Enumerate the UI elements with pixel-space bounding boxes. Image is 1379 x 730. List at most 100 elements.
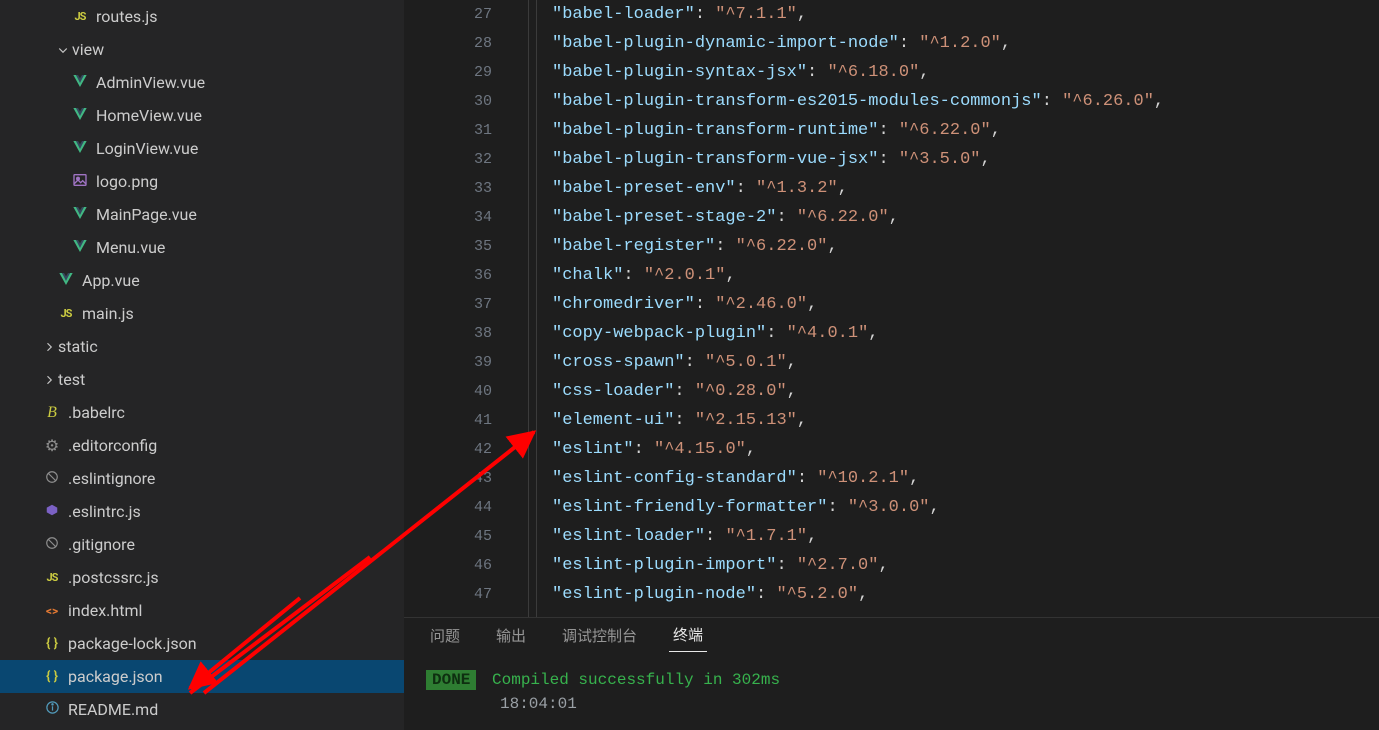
editor-area: 2728293031323334353637383940414243444546… (404, 0, 1379, 730)
code-line[interactable]: "css-loader": "^0.28.0", (552, 377, 1379, 406)
terminal-timestamp: 18:04:01 (426, 692, 1357, 716)
file-routes-js[interactable]: JS routes.js (0, 0, 404, 33)
panel-tab-0[interactable]: 问题 (426, 619, 464, 652)
panel-tab-bar[interactable]: 问题输出调试控制台终端 (404, 618, 1379, 652)
file-label: routes.js (96, 7, 158, 26)
folder-label: static (58, 337, 98, 356)
code-line[interactable]: "element-ui": "^2.15.13", (552, 406, 1379, 435)
line-number: 36 (404, 261, 492, 290)
file--gitignore[interactable]: .gitignore (0, 528, 404, 561)
folder-test[interactable]: test (0, 363, 404, 396)
file-index-html[interactable]: <>index.html (0, 594, 404, 627)
line-number: 33 (404, 174, 492, 203)
file-label: AdminView.vue (96, 73, 205, 92)
file-logo-png[interactable]: logo.png (0, 165, 404, 198)
file-app-vue[interactable]: App.vue (0, 264, 404, 297)
code-line[interactable]: "eslint-loader": "^1.7.1", (552, 522, 1379, 551)
code-line[interactable]: "chalk": "^2.0.1", (552, 261, 1379, 290)
line-number: 44 (404, 493, 492, 522)
grey-file-icon (42, 469, 62, 489)
line-number: 41 (404, 406, 492, 435)
code-line[interactable]: "babel-plugin-transform-runtime": "^6.22… (552, 116, 1379, 145)
panel-tab-1[interactable]: 输出 (492, 619, 530, 652)
file-label: HomeView.vue (96, 106, 202, 125)
file-label: MainPage.vue (96, 205, 197, 224)
file-mainpage-vue[interactable]: MainPage.vue (0, 198, 404, 231)
file-label: logo.png (96, 172, 158, 191)
eslrc-file-icon (42, 502, 62, 522)
folder-view[interactable]: view (0, 33, 404, 66)
code-line[interactable]: "cross-spawn": "^5.0.1", (552, 348, 1379, 377)
code-line[interactable]: "eslint-plugin-node": "^5.2.0", (552, 580, 1379, 609)
terminal-output[interactable]: DONE Compiled successfully in 302ms 18:0… (404, 652, 1379, 730)
file-package-lock-json[interactable]: { }package-lock.json (0, 627, 404, 660)
line-number: 42 (404, 435, 492, 464)
code-line[interactable]: "chromedriver": "^2.46.0", (552, 290, 1379, 319)
line-number: 40 (404, 377, 492, 406)
vue-file-icon (70, 139, 90, 159)
line-number: 38 (404, 319, 492, 348)
code-line[interactable]: "babel-preset-stage-2": "^6.22.0", (552, 203, 1379, 232)
file-label: LoginView.vue (96, 139, 198, 158)
panel-tab-2[interactable]: 调试控制台 (558, 619, 641, 652)
file--editorconfig[interactable]: ⚙.editorconfig (0, 429, 404, 462)
file-label: index.html (68, 601, 142, 620)
chevron-down-icon (56, 44, 70, 56)
js-file-icon: JS (70, 7, 90, 27)
file-loginview-vue[interactable]: LoginView.vue (0, 132, 404, 165)
code-line[interactable]: "eslint-config-standard": "^10.2.1", (552, 464, 1379, 493)
json-file-icon: { } (42, 634, 62, 654)
file-explorer[interactable]: JS routes.js view AdminView.vue HomeView.vue… (0, 0, 404, 730)
file-label: .editorconfig (68, 436, 157, 455)
code-line[interactable]: "babel-register": "^6.22.0", (552, 232, 1379, 261)
panel-tab-3[interactable]: 终端 (669, 618, 707, 652)
code-line[interactable]: "babel-plugin-transform-vue-jsx": "^3.5.… (552, 145, 1379, 174)
line-number: 30 (404, 87, 492, 116)
folder-label: view (72, 40, 104, 59)
line-number: 43 (404, 464, 492, 493)
line-number: 39 (404, 348, 492, 377)
code-line[interactable]: "babel-preset-env": "^1.3.2", (552, 174, 1379, 203)
done-badge: DONE (426, 670, 476, 690)
line-number: 31 (404, 116, 492, 145)
vue-file-icon (70, 106, 90, 126)
code-editor[interactable]: "babel-loader": "^7.1.1","babel-plugin-d… (552, 0, 1379, 617)
vue-file-icon (70, 73, 90, 93)
file-main-js[interactable]: JSmain.js (0, 297, 404, 330)
file--eslintrc-js[interactable]: .eslintrc.js (0, 495, 404, 528)
line-number: 37 (404, 290, 492, 319)
file--postcssrc-js[interactable]: JS.postcssrc.js (0, 561, 404, 594)
file-adminview-vue[interactable]: AdminView.vue (0, 66, 404, 99)
chevron-right-icon (42, 374, 56, 386)
code-line[interactable]: "eslint": "^4.15.0", (552, 435, 1379, 464)
code-line[interactable]: "eslint-plugin-import": "^2.7.0", (552, 551, 1379, 580)
code-line[interactable]: "babel-loader": "^7.1.1", (552, 0, 1379, 29)
line-number: 28 (404, 29, 492, 58)
line-number: 35 (404, 232, 492, 261)
code-line[interactable]: "babel-plugin-transform-es2015-modules-c… (552, 87, 1379, 116)
line-number: 47 (404, 580, 492, 609)
file-homeview-vue[interactable]: HomeView.vue (0, 99, 404, 132)
file-package-json[interactable]: { }package.json (0, 660, 404, 693)
code-line[interactable]: "eslint-friendly-formatter": "^3.0.0", (552, 493, 1379, 522)
file--babelrc[interactable]: B.babelrc (0, 396, 404, 429)
info-file-icon (42, 700, 62, 720)
file-label: README.md (68, 700, 158, 719)
chevron-right-icon (42, 341, 56, 353)
file-label: .gitignore (68, 535, 135, 554)
js-file-icon: JS (42, 568, 62, 588)
line-number: 46 (404, 551, 492, 580)
babel-file-icon: B (42, 403, 62, 423)
code-line[interactable]: "babel-plugin-syntax-jsx": "^6.18.0", (552, 58, 1379, 87)
code-line[interactable]: "babel-plugin-dynamic-import-node": "^1.… (552, 29, 1379, 58)
code-line[interactable]: "copy-webpack-plugin": "^4.0.1", (552, 319, 1379, 348)
js-file-icon: JS (56, 304, 76, 324)
file-label: App.vue (82, 271, 140, 290)
file-menu-vue[interactable]: Menu.vue (0, 231, 404, 264)
file-readme-md[interactable]: README.md (0, 693, 404, 726)
grey-file-icon (42, 535, 62, 555)
file--eslintignore[interactable]: .eslintignore (0, 462, 404, 495)
folder-static[interactable]: static (0, 330, 404, 363)
line-number: 34 (404, 203, 492, 232)
vue-file-icon (70, 238, 90, 258)
